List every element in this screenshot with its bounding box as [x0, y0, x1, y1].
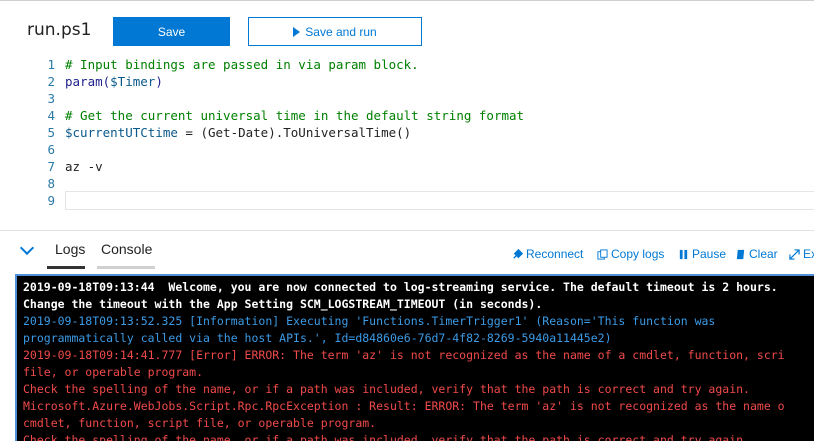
log-line: Change the timeout with the App Setting …	[23, 297, 543, 311]
code-token: )	[155, 74, 163, 89]
tab-underline	[97, 266, 155, 269]
expand-button[interactable]: Ex	[789, 247, 814, 261]
log-line: Microsoft.Azure.WebJobs.Script.Rpc.RpcEx…	[23, 399, 785, 413]
code-line[interactable]: 8	[0, 175, 814, 192]
code-line[interactable]: 3	[0, 90, 814, 107]
line-number: 4	[47, 108, 55, 123]
panel-divider	[0, 230, 814, 231]
log-line: 2019-09-18T09:13:52.325 [Information] Ex…	[23, 314, 716, 328]
code-line[interactable]: 4 # Get the current universal time in the…	[0, 107, 814, 124]
log-stream-console[interactable]: 2019-09-18T09:13:44 Welcome, you are now…	[15, 274, 814, 441]
save-and-run-button[interactable]: Save and run	[248, 17, 422, 46]
chevron-down-icon[interactable]	[19, 240, 35, 256]
tab-logs[interactable]: Logs	[55, 241, 85, 257]
pause-label: Pause	[692, 247, 727, 261]
code-line[interactable]: 7 az -v	[0, 158, 814, 175]
code-text: # Get the current universal time in the …	[65, 107, 524, 124]
code-token: # Input bindings are passed in via param…	[65, 57, 419, 72]
line-number: 8	[47, 176, 55, 191]
line-number: 1	[47, 57, 55, 72]
line-number: 3	[47, 91, 55, 106]
file-name-title: run.ps1	[27, 20, 92, 40]
code-token: az -v	[65, 159, 103, 174]
pause-button[interactable]: Pause	[678, 247, 726, 261]
play-icon	[293, 26, 301, 37]
code-editor[interactable]: 1 # Input bindings are passed in via para…	[0, 56, 814, 216]
reconnect-label: Reconnect	[526, 247, 584, 261]
code-text: $currentUTCtime = (Get-Date).ToUniversal…	[65, 124, 411, 141]
code-line[interactable]: 1 # Input bindings are passed in via para…	[0, 56, 814, 73]
code-line[interactable]: 6	[0, 141, 814, 158]
log-line: programmatically called via the host API…	[23, 331, 612, 345]
clear-label: Clear	[749, 247, 778, 261]
log-line: Check the spelling of the name, or if a …	[23, 382, 750, 396]
code-token: = (Get-Date).ToUniversalTime()	[177, 125, 412, 140]
code-token: $currentUTCtime	[65, 125, 178, 140]
line-number: 5	[47, 125, 55, 140]
expand-label: Ex	[803, 247, 814, 261]
save-and-run-label: Save and run	[305, 24, 377, 39]
top-divider	[0, 0, 814, 1]
reconnect-button[interactable]: Reconnect	[512, 247, 583, 261]
expand-icon	[789, 248, 800, 260]
code-text: az -v	[65, 158, 103, 175]
active-tab-indicator	[47, 266, 85, 269]
copy-logs-button[interactable]: Copy logs	[597, 247, 664, 261]
line-number: 6	[47, 142, 55, 157]
code-line[interactable]: 5 $currentUTCtime = (Get-Date).ToUniversa…	[0, 124, 814, 141]
log-line: cmdlet, function, script file, or operab…	[23, 416, 377, 430]
save-button[interactable]: Save	[113, 17, 230, 46]
save-button-label: Save	[157, 24, 186, 39]
pause-icon	[679, 249, 688, 259]
code-line[interactable]: 2 param($Timer)	[0, 73, 814, 90]
copy-icon	[597, 248, 608, 260]
copy-logs-label: Copy logs	[611, 247, 665, 261]
tab-console[interactable]: Console	[101, 241, 152, 257]
clear-button[interactable]: Clear	[735, 247, 778, 261]
log-line: 2019-09-18T09:13:44 Welcome, you are now…	[23, 280, 778, 294]
log-line: file, or operable program.	[23, 365, 204, 379]
plug-icon	[513, 248, 523, 259]
eraser-icon	[736, 249, 745, 259]
code-token: param(	[65, 74, 111, 89]
code-text: param($Timer)	[65, 73, 163, 90]
code-token: $Timer	[110, 74, 156, 89]
code-line[interactable]: 9	[0, 192, 814, 209]
log-line: 2019-09-18T09:14:41.777 [Error] ERROR: T…	[23, 348, 785, 362]
line-number: 7	[47, 159, 55, 174]
code-text: # Input bindings are passed in via param…	[65, 56, 419, 73]
line-number: 9	[47, 193, 55, 208]
line-number: 2	[47, 74, 55, 89]
log-line: Check the spelling of the name, or if a …	[23, 433, 750, 441]
code-token: # Get the current universal time in the …	[65, 108, 525, 123]
